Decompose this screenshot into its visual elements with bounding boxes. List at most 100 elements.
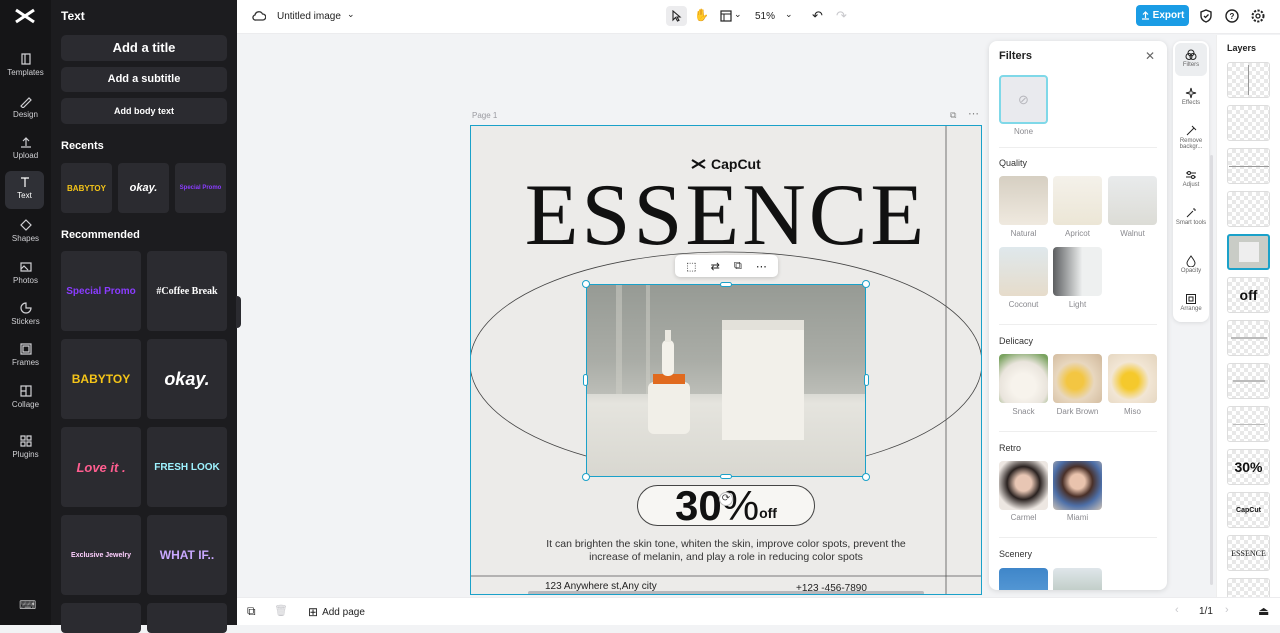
add-title-button[interactable]: Add a title <box>61 35 227 61</box>
tool-adjust[interactable]: Adjust <box>1174 169 1208 188</box>
resize-handle[interactable] <box>583 374 588 386</box>
duplicate-icon[interactable]: ⧉ <box>734 260 742 273</box>
layer-item[interactable] <box>1227 191 1270 227</box>
zoom-level[interactable]: 51% <box>755 11 775 22</box>
resize-handle[interactable] <box>582 280 590 288</box>
select-tool-button[interactable] <box>666 6 687 26</box>
rail-item-plugins[interactable]: Plugins <box>2 430 49 468</box>
recommended-coffee-break[interactable]: #Coffee Break <box>147 251 227 331</box>
page-more-icon[interactable]: ⋯ <box>968 107 979 120</box>
shield-icon[interactable] <box>1198 8 1214 24</box>
recent-text-babytoy[interactable]: BABYTOY <box>61 163 112 213</box>
recommended-okay[interactable]: okay. <box>147 339 227 419</box>
capcut-logo[interactable] <box>13 6 37 26</box>
layer-item[interactable] <box>1227 105 1270 141</box>
filters-scrollbar[interactable] <box>1210 155 1213 585</box>
tool-opacity[interactable]: Opacity <box>1174 255 1208 274</box>
panel-collapse-handle[interactable] <box>236 296 241 328</box>
filter-walnut[interactable] <box>1108 176 1157 225</box>
settings-icon[interactable] <box>1250 8 1266 24</box>
copy-page-icon[interactable]: ⧉ <box>950 110 956 121</box>
keyboard-icon[interactable]: ⌨ <box>19 598 36 612</box>
crop-icon[interactable]: ⬚ <box>686 260 696 273</box>
rotate-handle-icon[interactable]: ⟳ <box>719 492 733 506</box>
resize-handle[interactable] <box>582 473 590 481</box>
rail-item-photos[interactable]: Photos <box>2 256 49 294</box>
tool-effects[interactable]: Effects <box>1174 87 1208 106</box>
resize-icon[interactable] <box>720 10 732 22</box>
layer-item[interactable] <box>1227 62 1270 98</box>
export-button[interactable]: Export <box>1136 5 1189 26</box>
rail-item-stickers[interactable]: Stickers <box>2 297 49 335</box>
tool-smart-tools[interactable]: Smart tools <box>1174 207 1208 226</box>
layer-item[interactable] <box>1227 363 1270 399</box>
resize-handle[interactable] <box>720 474 732 479</box>
rail-item-frames[interactable]: Frames <box>2 338 49 376</box>
layer-item[interactable] <box>1227 578 1270 597</box>
more-icon[interactable]: ⋯ <box>756 260 767 273</box>
recommended-what-if[interactable]: WHAT IF.. <box>147 515 227 595</box>
rail-item-upload[interactable]: Upload <box>2 131 49 169</box>
canvas-horizontal-scrollbar[interactable] <box>528 591 924 595</box>
filter-none[interactable]: ⊘ <box>999 75 1048 124</box>
close-icon[interactable]: ✕ <box>1145 49 1155 63</box>
recommended-item-partial[interactable] <box>147 603 227 633</box>
layer-text-essence[interactable]: ESSENCE <box>1227 535 1270 571</box>
layer-text-30[interactable]: 30% <box>1227 449 1270 485</box>
recommended-love-it[interactable]: Love it . <box>61 427 141 507</box>
resize-handle[interactable] <box>862 473 870 481</box>
rail-item-design[interactable]: Design <box>2 90 49 128</box>
tool-arrange[interactable]: Arrange <box>1174 293 1208 312</box>
layer-text-off[interactable]: off <box>1227 277 1270 313</box>
recommended-babytoy[interactable]: BABYTOY <box>61 339 141 419</box>
filter-dark-brown[interactable] <box>1053 354 1102 403</box>
add-subtitle-button[interactable]: Add a subtitle <box>61 67 227 92</box>
zoom-chevron-down-icon[interactable]: ⌄ <box>785 9 793 20</box>
filter-snack[interactable] <box>999 354 1048 403</box>
help-icon[interactable]: ? <box>1224 8 1240 24</box>
rail-item-templates[interactable]: Templates <box>2 48 49 86</box>
filter-apricot[interactable] <box>1053 176 1102 225</box>
replace-icon[interactable]: ⇄ <box>711 260 720 273</box>
collapse-panel-icon[interactable]: ⏏ <box>1258 604 1269 618</box>
redo-icon[interactable]: ↷ <box>836 8 847 24</box>
filter-coconut[interactable] <box>999 247 1048 296</box>
recent-text-okay[interactable]: okay. <box>118 163 169 213</box>
trash-icon[interactable]: 🗑 <box>274 604 288 617</box>
chevron-down-icon[interactable]: ⌄ <box>347 9 355 20</box>
add-body-text-button[interactable]: Add body text <box>61 98 227 124</box>
resize-handle[interactable] <box>862 280 870 288</box>
duplicate-page-icon[interactable]: ⧉ <box>247 604 256 619</box>
layer-item[interactable] <box>1227 320 1270 356</box>
body-text[interactable]: It can brighten the skin tone, whiten th… <box>536 538 916 563</box>
resize-handle[interactable] <box>720 282 732 287</box>
layer-text-capcut[interactable]: CapCut <box>1227 492 1270 528</box>
filter-miso[interactable] <box>1108 354 1157 403</box>
recommended-fresh-look[interactable]: FRESH LOOK <box>147 427 227 507</box>
resize-handle[interactable] <box>864 374 869 386</box>
layer-item[interactable] <box>1227 148 1270 184</box>
tool-remove-background[interactable]: Remove backgr... <box>1174 125 1208 150</box>
filter-light[interactable] <box>1053 247 1102 296</box>
filter-carmel[interactable] <box>999 461 1048 510</box>
recommended-exclusive-jewelry[interactable]: Exclusive Jewelry <box>61 515 141 595</box>
next-page-icon[interactable]: › <box>1225 604 1229 616</box>
undo-icon[interactable]: ↶ <box>812 8 823 24</box>
recent-text-special-promo[interactable]: Special Promo <box>175 163 226 213</box>
recommended-special-promo[interactable]: Special Promo <box>61 251 141 331</box>
hand-icon[interactable]: ✋ <box>694 8 709 22</box>
layer-item-selected[interactable] <box>1227 234 1270 270</box>
tool-filters[interactable]: Filters <box>1174 49 1208 68</box>
filter-natural[interactable] <box>999 176 1048 225</box>
layer-item[interactable] <box>1227 406 1270 442</box>
rail-item-text[interactable]: Text <box>5 171 44 209</box>
filter-scenery-item[interactable] <box>999 568 1048 590</box>
rail-item-collage[interactable]: Collage <box>2 380 49 418</box>
headline-text[interactable]: ESSENCE <box>470 171 982 261</box>
previous-page-icon[interactable]: ‹ <box>1175 604 1179 616</box>
recommended-item-partial[interactable] <box>61 603 141 633</box>
chevron-down-icon[interactable]: ⌄ <box>734 9 742 20</box>
filter-scenery-item[interactable] <box>1053 568 1102 590</box>
document-title[interactable]: Untitled image <box>277 11 341 22</box>
add-page-button[interactable]: ⊞ Add page <box>308 605 365 619</box>
